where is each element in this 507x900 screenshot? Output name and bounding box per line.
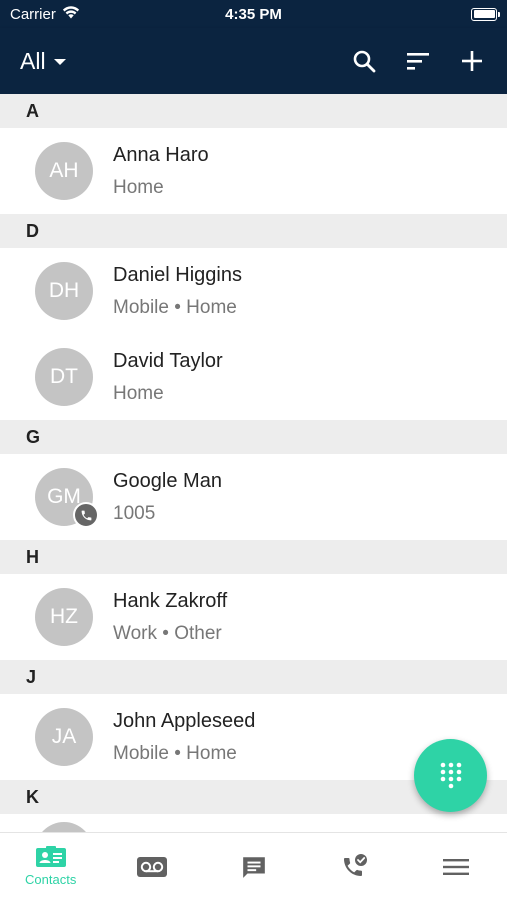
contact-name: David Taylor xyxy=(113,349,223,372)
sort-icon xyxy=(407,53,429,70)
contact-row[interactable]: HZ Hank Zakroff Work • Other xyxy=(0,574,507,660)
contact-name: Anna Haro xyxy=(113,143,209,166)
contact-text: Anna Haro Home xyxy=(113,144,209,199)
contact-text: David Taylor Home xyxy=(113,350,223,405)
plus-icon xyxy=(462,51,482,71)
section-header: J xyxy=(0,660,507,694)
dialpad-icon xyxy=(440,762,461,788)
status-bar: Carrier 4:35 PM xyxy=(0,0,507,28)
avatar xyxy=(35,822,93,832)
avatar: HZ xyxy=(35,588,93,646)
tab-messages[interactable] xyxy=(203,833,304,900)
contact-name: Daniel Higgins xyxy=(113,263,242,286)
contact-detail: Home xyxy=(113,176,164,198)
app-header: All xyxy=(0,28,507,94)
messages-icon xyxy=(242,856,265,878)
voicemail-icon xyxy=(137,856,168,877)
section-header: A xyxy=(0,94,507,128)
contact-name: Google Man xyxy=(113,469,222,492)
contact-row-partial[interactable] xyxy=(0,814,507,832)
battery-icon xyxy=(471,7,500,21)
contact-detail: Mobile • Home xyxy=(113,296,237,318)
tab-menu[interactable] xyxy=(406,833,507,900)
filter-label: All xyxy=(20,47,46,74)
add-contact-button[interactable] xyxy=(457,46,487,76)
contact-text: Daniel Higgins Mobile • Home xyxy=(113,264,242,319)
contact-row[interactable]: DT David Taylor Home xyxy=(0,334,507,420)
caret-down-icon xyxy=(53,59,66,65)
tab-contacts[interactable]: Contacts xyxy=(0,833,101,900)
avatar: JA xyxy=(35,708,93,766)
tab-label: Contacts xyxy=(25,872,77,887)
section-header: G xyxy=(0,420,507,454)
filter-dropdown[interactable]: All xyxy=(20,48,66,75)
tab-voicemail[interactable] xyxy=(101,833,202,900)
search-button[interactable] xyxy=(349,46,379,76)
contact-text: Google Man 1005 xyxy=(113,470,222,525)
contact-name: Hank Zakroff xyxy=(113,589,228,612)
dialpad-button[interactable] xyxy=(414,739,487,812)
contact-detail: Home xyxy=(113,382,164,404)
contact-detail: 1005 xyxy=(113,502,156,524)
contacts-icon xyxy=(35,846,66,867)
avatar: DH xyxy=(35,262,93,320)
avatar: AH xyxy=(35,142,93,200)
contact-list[interactable]: A AH Anna Haro Home D DH Daniel Higgins … xyxy=(0,94,507,832)
section-header: H xyxy=(0,540,507,574)
contact-text: John Appleseed Mobile • Home xyxy=(113,710,255,765)
section-header: D xyxy=(0,214,507,248)
search-icon xyxy=(353,50,376,73)
wifi-icon xyxy=(62,5,80,23)
header-actions xyxy=(349,46,487,76)
contact-row[interactable]: DH Daniel Higgins Mobile • Home xyxy=(0,248,507,334)
avatar: GM xyxy=(35,468,99,528)
tab-call-history[interactable] xyxy=(304,833,405,900)
contact-detail: Mobile • Home xyxy=(113,742,237,764)
status-left: Carrier xyxy=(10,6,80,23)
contact-name: John Appleseed xyxy=(113,709,256,732)
tab-bar: Contacts xyxy=(0,832,507,900)
contact-row[interactable]: AH Anna Haro Home xyxy=(0,128,507,214)
phone-icon xyxy=(73,502,99,528)
avatar: DT xyxy=(35,348,93,406)
contact-detail: Work • Other xyxy=(113,622,222,644)
call-history-icon xyxy=(343,853,367,876)
carrier-label: Carrier xyxy=(10,5,56,23)
contact-row[interactable]: GM Google Man 1005 xyxy=(0,454,507,540)
sort-button[interactable] xyxy=(403,46,433,76)
menu-icon xyxy=(443,858,470,875)
contact-text: Hank Zakroff Work • Other xyxy=(113,590,227,645)
